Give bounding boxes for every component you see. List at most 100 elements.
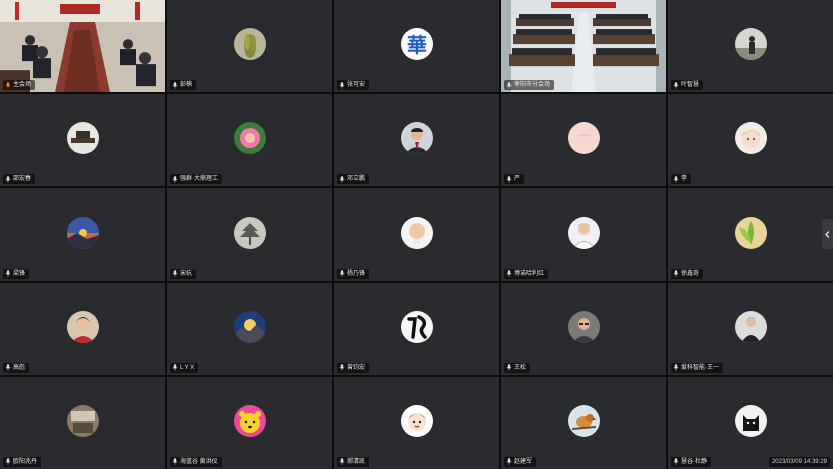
participant-tile[interactable]: 海蓝谷 黄洪仪: [167, 376, 332, 469]
participant-tile[interactable]: L Y X: [167, 282, 332, 375]
participant-name: 徐鑫奇: [681, 270, 700, 277]
participant-name: 主会场: [13, 82, 32, 89]
participant-avatar: [66, 216, 99, 249]
participant-name: 博诺哈利红: [514, 270, 545, 277]
participant-video: [0, 0, 165, 93]
participant-name: 邵宏春: [13, 176, 32, 183]
participant-tile[interactable]: 宋杭: [167, 188, 332, 281]
participant-avatar: [734, 310, 767, 343]
mic-icon: [172, 176, 178, 183]
participant-name-tag: 郝清凯: [337, 456, 370, 467]
participant-avatar: [734, 28, 767, 61]
mic-icon: [172, 81, 178, 89]
participant-name-tag: 主会场: [3, 80, 36, 91]
participant-tile[interactable]: 枣阳市分会场: [501, 0, 666, 93]
participant-name-tag: 慧谷·杜静: [671, 456, 711, 467]
participant-tile[interactable]: 高彪: [0, 282, 165, 375]
participant-tile[interactable]: 欧阳兆丹: [0, 376, 165, 469]
mic-icon: [339, 270, 345, 277]
participant-avatar: [567, 310, 600, 343]
participant-name-tag: 邓立鹏: [337, 174, 370, 185]
participant-avatar: [734, 216, 767, 249]
participant-name: 枣阳市分会场: [514, 82, 551, 89]
mic-icon: [339, 81, 345, 89]
participant-tile[interactable]: 梁锋: [0, 188, 165, 281]
participant-tile[interactable]: 王松: [501, 282, 666, 375]
mic-icon: [172, 270, 178, 277]
participant-tile[interactable]: 主会场: [0, 0, 165, 93]
participant-name: 邓立鹏: [347, 176, 366, 183]
participant-name-tag: 赵建军: [504, 456, 537, 467]
mic-icon: [172, 364, 178, 371]
participant-name: 杨乃锋: [347, 270, 366, 277]
mic-icon: [506, 176, 512, 183]
participant-avatar: [233, 122, 266, 155]
svg-text:··: ··: [582, 139, 585, 144]
mic-icon: [673, 270, 679, 277]
mic-icon: [673, 81, 679, 89]
participant-tile[interactable]: 爱科智能·王一: [668, 282, 833, 375]
participant-tile[interactable]: 彭楠: [167, 0, 332, 93]
mic-icon: [339, 458, 345, 466]
participant-name-tag: 宋杭: [170, 268, 197, 279]
participant-tile[interactable]: 郝清凯: [334, 376, 499, 469]
mic-icon: [673, 458, 679, 466]
mic-icon: [172, 458, 178, 466]
participant-avatar: [66, 122, 99, 155]
participant-name: 慧谷·杜静: [681, 458, 707, 465]
participant-name-tag: 强群·大鼎理工: [170, 174, 222, 185]
participant-tile[interactable]: 邓立鹏: [334, 94, 499, 187]
participant-tile[interactable]: 華张可安: [334, 0, 499, 93]
participant-name-tag: 徐鑫奇: [671, 268, 704, 279]
participant-tile[interactable]: 曾钧宏: [334, 282, 499, 375]
mic-icon: [5, 458, 11, 466]
participant-name-tag: 枣阳市分会场: [504, 80, 555, 91]
participant-tile[interactable]: 杨乃锋: [334, 188, 499, 281]
collapse-panel-button[interactable]: [822, 219, 833, 249]
participant-name-tag: 彭楠: [170, 80, 197, 91]
mic-icon: [506, 364, 512, 371]
participant-name-tag: 曾钧宏: [337, 362, 370, 373]
participant-tile[interactable]: 强群·大鼎理工: [167, 94, 332, 187]
participant-tile[interactable]: 博诺哈利红: [501, 188, 666, 281]
participant-name: 曾钧宏: [347, 364, 366, 371]
participant-avatar: [233, 310, 266, 343]
participant-tile[interactable]: ◦◦◦◦ ·· 严: [501, 94, 666, 187]
participant-tile[interactable]: 李: [668, 94, 833, 187]
mic-icon: [5, 270, 11, 277]
participant-name-tag: 高彪: [3, 362, 30, 373]
participant-name: 张可安: [347, 82, 366, 89]
participant-name-tag: 博诺哈利红: [504, 268, 549, 279]
participant-tile[interactable]: 邵宏春: [0, 94, 165, 187]
participant-tile[interactable]: 叶智慧: [668, 0, 833, 93]
svg-text:華: 華: [407, 33, 427, 57]
participant-name-tag: 梁锋: [3, 268, 30, 279]
participant-avatar: [400, 310, 433, 343]
participant-tile[interactable]: 徐鑫奇: [668, 188, 833, 281]
mic-icon: [506, 458, 512, 466]
participant-tile[interactable]: 赵建军: [501, 376, 666, 469]
participant-name: 海蓝谷 黄洪仪: [180, 458, 218, 465]
mic-icon: [339, 364, 345, 371]
participant-name-tag: 严: [504, 174, 525, 185]
participant-avatar: ◦◦◦◦ ··: [567, 122, 600, 155]
participant-tile[interactable]: 慧谷·杜静: [668, 376, 833, 469]
participant-name-tag: 欧阳兆丹: [3, 456, 42, 467]
participant-name: 强群·大鼎理工: [180, 176, 218, 183]
participant-name-tag: 杨乃锋: [337, 268, 370, 279]
participant-avatar: 華: [400, 28, 433, 61]
participant-name: 郝清凯: [347, 458, 366, 465]
participant-name: 高彪: [13, 364, 26, 371]
participant-name: 严: [514, 176, 521, 183]
participant-avatar: [400, 122, 433, 155]
participant-name: 王松: [514, 364, 527, 371]
participant-name-tag: L Y X: [170, 362, 199, 373]
participant-name: 李: [681, 176, 688, 183]
participant-avatar: [734, 122, 767, 155]
participant-avatar: [66, 405, 99, 438]
participant-grid: 主会场 彭楠華张可安 枣阳市分会场 叶智慧 邵宏春 强群·大鼎理工 邓立鹏 ◦◦◦◦ ·· 严李梁…: [0, 0, 833, 469]
participant-name: 梁锋: [13, 270, 26, 277]
participant-name-tag: 爱科智能·王一: [671, 362, 723, 373]
participant-avatar: [66, 310, 99, 343]
participant-name: 宋杭: [180, 270, 193, 277]
